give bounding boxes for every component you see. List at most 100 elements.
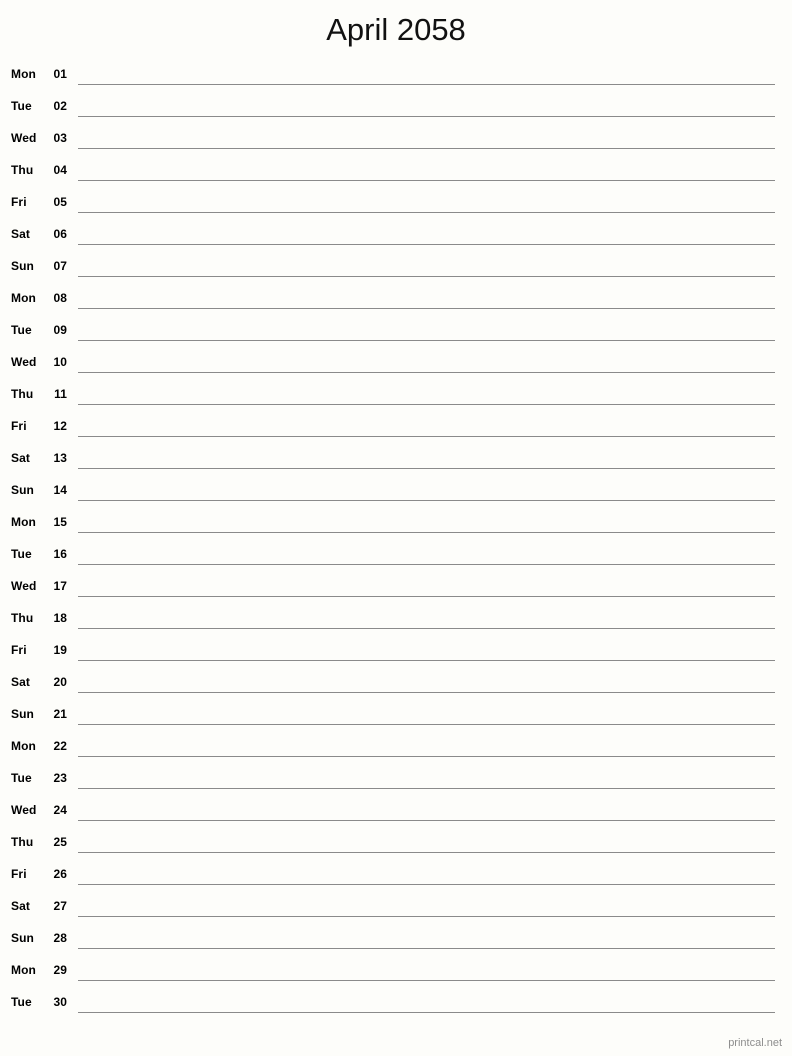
- day-row[interactable]: Wed 24: [0, 798, 792, 830]
- day-row[interactable]: Tue 30: [0, 990, 792, 1022]
- day-row[interactable]: Sat 20: [0, 670, 792, 702]
- day-row[interactable]: Thu 18: [0, 606, 792, 638]
- day-writing-line[interactable]: [78, 404, 775, 405]
- day-row[interactable]: Mon 15: [0, 510, 792, 542]
- page-title: April 2058: [326, 12, 466, 47]
- day-of-week-label: Thu: [11, 387, 34, 401]
- day-of-week-label: Fri: [11, 643, 27, 657]
- day-row[interactable]: Thu 11: [0, 382, 792, 414]
- day-writing-line[interactable]: [78, 820, 775, 821]
- day-number-label: 06: [53, 227, 67, 241]
- day-row[interactable]: Mon 22: [0, 734, 792, 766]
- day-number-label: 02: [53, 99, 67, 113]
- day-writing-line[interactable]: [78, 692, 775, 693]
- day-row[interactable]: Tue 02: [0, 94, 792, 126]
- day-writing-line[interactable]: [78, 116, 775, 117]
- day-writing-line[interactable]: [78, 436, 775, 437]
- day-writing-line[interactable]: [78, 148, 775, 149]
- day-writing-line[interactable]: [78, 660, 775, 661]
- day-writing-line[interactable]: [78, 724, 775, 725]
- day-row[interactable]: Mon 29: [0, 958, 792, 990]
- day-writing-line[interactable]: [78, 276, 775, 277]
- day-row[interactable]: Wed 17: [0, 574, 792, 606]
- day-number-label: 17: [53, 579, 67, 593]
- day-row[interactable]: Sun 14: [0, 478, 792, 510]
- day-writing-line[interactable]: [78, 884, 775, 885]
- day-row[interactable]: Sat 06: [0, 222, 792, 254]
- day-writing-line[interactable]: [78, 372, 775, 373]
- day-of-week-label: Sat: [11, 451, 30, 465]
- day-number-label: 29: [53, 963, 67, 977]
- day-writing-line[interactable]: [78, 948, 775, 949]
- day-writing-line[interactable]: [78, 180, 775, 181]
- day-number-label: 25: [53, 835, 67, 849]
- day-row[interactable]: Thu 25: [0, 830, 792, 862]
- day-writing-line[interactable]: [78, 564, 775, 565]
- day-number-label: 03: [53, 131, 67, 145]
- day-number-label: 16: [53, 547, 67, 561]
- day-row[interactable]: Wed 10: [0, 350, 792, 382]
- day-row[interactable]: Wed 03: [0, 126, 792, 158]
- day-of-week-label: Sun: [11, 931, 34, 945]
- day-of-week-label: Fri: [11, 419, 27, 433]
- day-writing-line[interactable]: [78, 756, 775, 757]
- day-of-week-label: Thu: [11, 163, 34, 177]
- day-row[interactable]: Tue 09: [0, 318, 792, 350]
- day-of-week-label: Tue: [11, 547, 32, 561]
- day-number-label: 27: [53, 899, 67, 913]
- day-writing-line[interactable]: [78, 1012, 775, 1013]
- day-writing-line[interactable]: [78, 980, 775, 981]
- day-number-label: 19: [53, 643, 67, 657]
- day-row[interactable]: Sun 28: [0, 926, 792, 958]
- calendar-page: April 2058 Mon 01 Tue 02 Wed 03 Thu 04 Fri 05 Sat 0…: [0, 0, 792, 1056]
- day-writing-line[interactable]: [78, 852, 775, 853]
- day-of-week-label: Sun: [11, 483, 34, 497]
- day-row[interactable]: Fri 26: [0, 862, 792, 894]
- day-writing-line[interactable]: [78, 596, 775, 597]
- day-row[interactable]: Fri 05: [0, 190, 792, 222]
- day-row[interactable]: Sat 13: [0, 446, 792, 478]
- day-writing-line[interactable]: [78, 916, 775, 917]
- day-row[interactable]: Tue 23: [0, 766, 792, 798]
- day-number-label: 23: [53, 771, 67, 785]
- day-of-week-label: Tue: [11, 323, 32, 337]
- day-number-label: 04: [53, 163, 67, 177]
- day-number-label: 20: [53, 675, 67, 689]
- day-of-week-label: Fri: [11, 195, 27, 209]
- day-writing-line[interactable]: [78, 468, 775, 469]
- day-of-week-label: Tue: [11, 771, 32, 785]
- day-row[interactable]: Tue 16: [0, 542, 792, 574]
- day-writing-line[interactable]: [78, 244, 775, 245]
- day-row[interactable]: Fri 12: [0, 414, 792, 446]
- day-number-label: 10: [53, 355, 67, 369]
- day-row[interactable]: Mon 01: [0, 62, 792, 94]
- footer-attribution: printcal.net: [728, 1037, 782, 1049]
- day-of-week-label: Sun: [11, 707, 34, 721]
- day-row[interactable]: Mon 08: [0, 286, 792, 318]
- day-writing-line[interactable]: [78, 84, 775, 85]
- day-row[interactable]: Sun 07: [0, 254, 792, 286]
- day-number-label: 07: [53, 259, 67, 273]
- day-of-week-label: Wed: [11, 355, 37, 369]
- day-number-label: 11: [54, 387, 67, 401]
- day-of-week-label: Mon: [11, 515, 36, 529]
- day-writing-line[interactable]: [78, 628, 775, 629]
- day-of-week-label: Thu: [11, 835, 34, 849]
- day-row[interactable]: Fri 19: [0, 638, 792, 670]
- day-row[interactable]: Sat 27: [0, 894, 792, 926]
- day-number-label: 21: [53, 707, 67, 721]
- day-number-label: 01: [53, 67, 67, 81]
- day-row[interactable]: Sun 21: [0, 702, 792, 734]
- day-of-week-label: Fri: [11, 867, 27, 881]
- day-writing-line[interactable]: [78, 532, 775, 533]
- day-writing-line[interactable]: [78, 308, 775, 309]
- day-writing-line[interactable]: [78, 500, 775, 501]
- day-of-week-label: Sat: [11, 227, 30, 241]
- day-number-label: 24: [53, 803, 67, 817]
- day-of-week-label: Wed: [11, 579, 37, 593]
- day-writing-line[interactable]: [78, 212, 775, 213]
- day-writing-line[interactable]: [78, 788, 775, 789]
- day-of-week-label: Sun: [11, 259, 34, 273]
- day-writing-line[interactable]: [78, 340, 775, 341]
- day-row[interactable]: Thu 04: [0, 158, 792, 190]
